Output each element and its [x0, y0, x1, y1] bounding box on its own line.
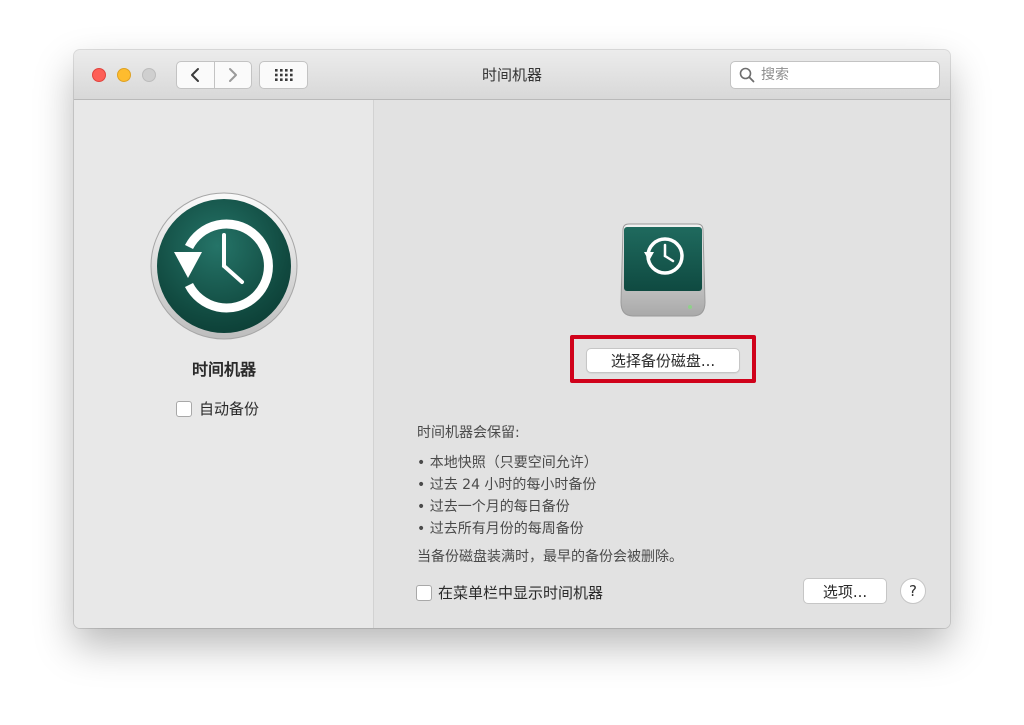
- retention-heading: 时间机器会保留:: [417, 425, 520, 441]
- retention-item: 过去 24 小时的每小时备份: [417, 474, 683, 496]
- retention-info: 时间机器会保留: 本地快照（只要空间允许） 过去 24 小时的每小时备份 过去一…: [417, 422, 683, 568]
- auto-backup-label: 自动备份: [199, 400, 260, 418]
- close-window-button[interactable]: [92, 68, 106, 82]
- minimize-window-button[interactable]: [117, 68, 131, 82]
- preferences-window: 时间机器 搜索 时间机器 自动备份 选择备份磁盘... 时间机器会保留: • 本…: [74, 50, 950, 628]
- forward-icon: [228, 68, 237, 82]
- help-button[interactable]: ?: [900, 578, 926, 604]
- show-in-menubar-option[interactable]: 在菜单栏中显示时间机器: [416, 582, 603, 603]
- zoom-window-button[interactable]: [142, 68, 156, 82]
- main-panel: 选择备份磁盘... 时间机器会保留: 本地快照（只要空间允许） 过去 24 小时…: [374, 100, 950, 628]
- options-button[interactable]: 选项...: [803, 578, 887, 604]
- auto-backup-checkbox[interactable]: [176, 400, 192, 417]
- back-button[interactable]: [177, 62, 214, 88]
- back-icon: [191, 68, 200, 82]
- retention-note: 当备份磁盘装满时，最早的备份会被删除。: [417, 549, 683, 565]
- select-backup-disk-button[interactable]: 选择备份磁盘...: [586, 348, 740, 373]
- search-input[interactable]: [759, 66, 933, 84]
- retention-item: 过去一个月的每日备份: [417, 496, 683, 518]
- show-in-menubar-label: 在菜单栏中显示时间机器: [438, 584, 604, 602]
- time-machine-icon: [150, 192, 298, 340]
- show-all-icon: [274, 69, 293, 81]
- search-field[interactable]: [730, 61, 940, 89]
- auto-backup-option[interactable]: 自动备份: [176, 398, 259, 419]
- retention-item: 过去所有月份的每周备份: [417, 518, 683, 540]
- forward-button[interactable]: [213, 62, 252, 88]
- navigation-buttons: [176, 61, 252, 89]
- show-all-button[interactable]: [259, 61, 308, 89]
- show-in-menubar-checkbox[interactable]: [416, 584, 432, 601]
- backup-disk-icon: [620, 223, 706, 317]
- retention-item: 本地快照（只要空间允许）: [417, 452, 683, 474]
- title-bar: 时间机器: [74, 50, 950, 100]
- search-icon: [739, 67, 755, 83]
- app-name: 时间机器: [191, 360, 256, 379]
- sidebar: 时间机器 自动备份: [74, 100, 374, 628]
